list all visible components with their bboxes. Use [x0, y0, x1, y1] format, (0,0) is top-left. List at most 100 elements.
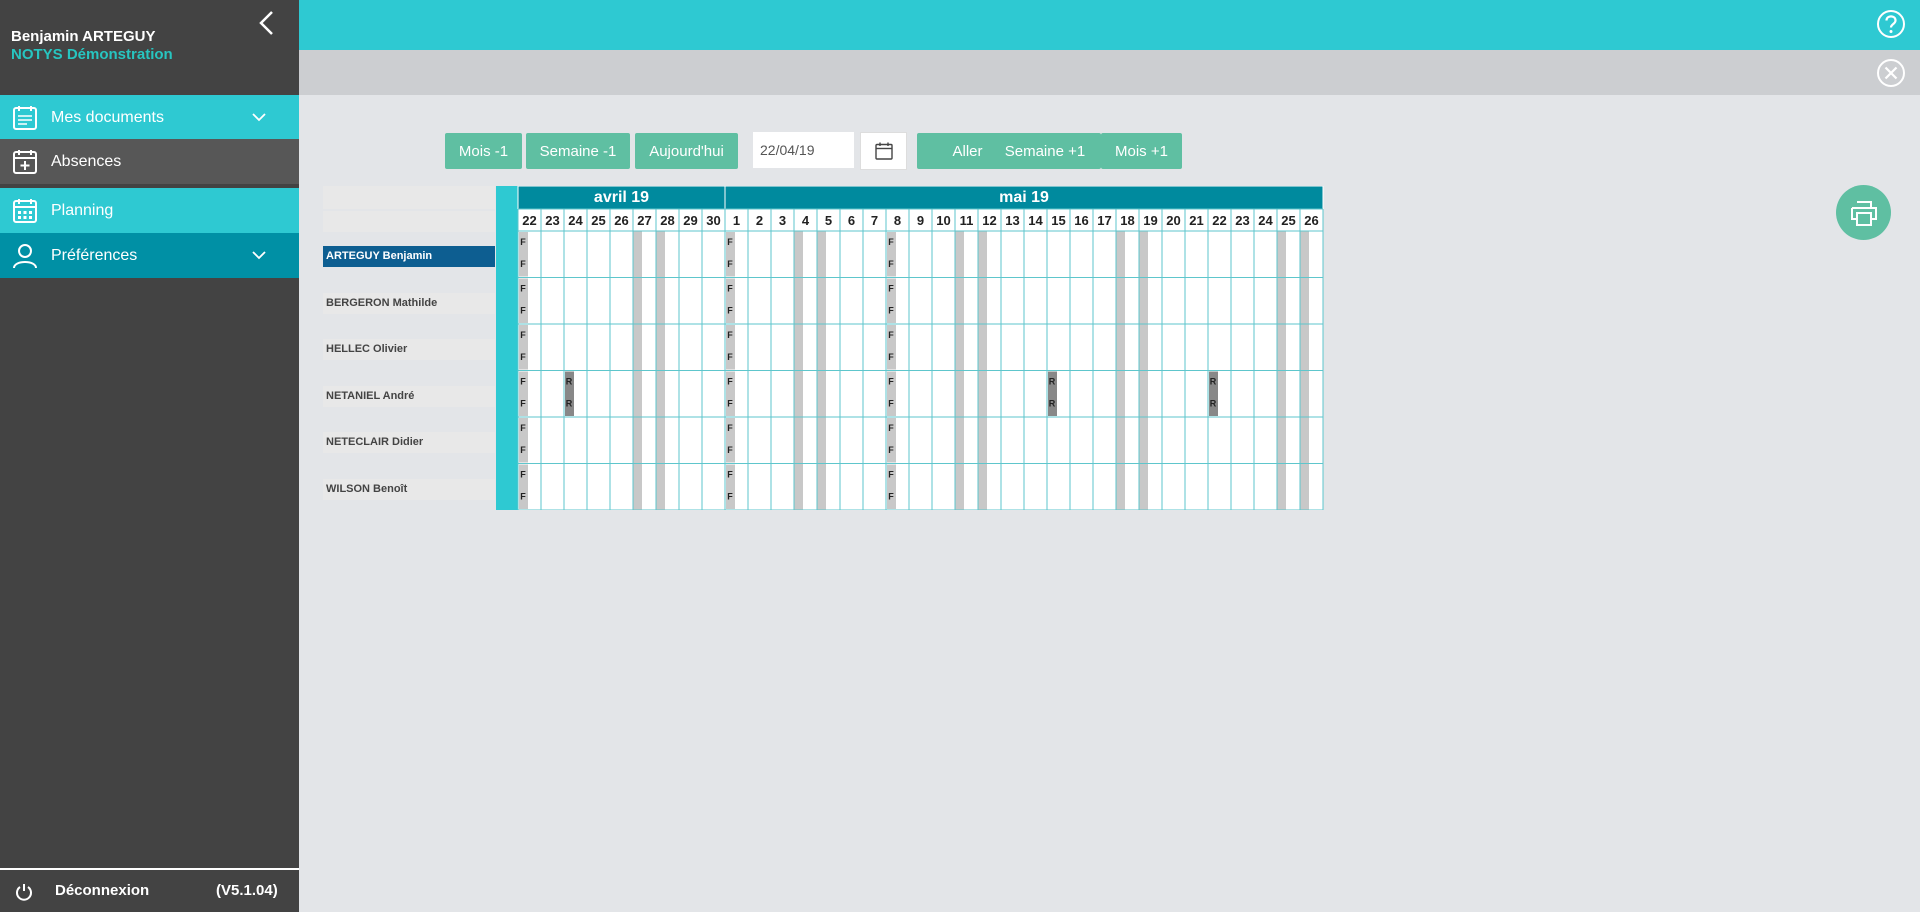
absence-code: F — [520, 306, 526, 316]
header-spacer — [323, 186, 495, 209]
day-label: 28 — [660, 213, 674, 228]
employee-name[interactable]: ARTEGUY Benjamin — [323, 246, 495, 267]
employee-name[interactable]: NETECLAIR Didier — [323, 432, 495, 453]
day-label: 3 — [779, 213, 786, 228]
day-label: 19 — [1143, 213, 1157, 228]
absence-code: R — [1210, 377, 1217, 387]
absence-code: F — [888, 377, 894, 387]
employee-name[interactable]: BERGERON Mathilde — [323, 292, 495, 314]
absence-code: F — [888, 284, 894, 294]
calendar-grid-icon — [13, 199, 37, 223]
day-label: 20 — [1166, 213, 1180, 228]
absence-code: R — [566, 399, 573, 409]
absence-code: R — [1049, 399, 1056, 409]
org-name: NOTYS Démonstration — [11, 46, 173, 63]
absence-code: F — [727, 306, 733, 316]
day-label: 1 — [733, 213, 740, 228]
top-bar — [299, 0, 1920, 50]
calendar-picker-button[interactable] — [860, 132, 907, 170]
day-label: 16 — [1074, 213, 1088, 228]
absence-code: F — [888, 352, 894, 362]
absence-code: F — [727, 330, 733, 340]
day-label: 4 — [802, 213, 810, 228]
day-label: 22 — [1212, 213, 1226, 228]
employee-name[interactable]: NETANIEL André — [323, 385, 495, 407]
day-label: 7 — [871, 213, 878, 228]
day-label: 29 — [683, 213, 697, 228]
absence-code: F — [520, 352, 526, 362]
absence-code: F — [888, 445, 894, 455]
day-label: 21 — [1189, 213, 1203, 228]
day-label: 6 — [848, 213, 855, 228]
user-icon — [13, 244, 37, 269]
week-prev-button[interactable]: Semaine -1 — [526, 133, 630, 169]
month-label: mai 19 — [999, 189, 1049, 206]
absence-code: F — [888, 399, 894, 409]
day-label: 5 — [825, 213, 832, 228]
absence-code: F — [727, 237, 733, 247]
nav-item-absences[interactable]: Absences — [0, 139, 299, 184]
day-label: 13 — [1005, 213, 1019, 228]
calendar-plus-icon — [13, 150, 37, 174]
day-label: 2 — [756, 213, 763, 228]
absence-code: F — [727, 423, 733, 433]
date-input[interactable] — [753, 132, 854, 168]
collapse-sidebar-icon[interactable] — [255, 8, 279, 38]
absence-code: R — [1049, 377, 1056, 387]
absence-code: F — [727, 492, 733, 502]
power-icon[interactable] — [14, 882, 34, 902]
user-name: Benjamin ARTEGUY — [11, 28, 156, 45]
nav-item-planning[interactable]: Planning — [0, 188, 299, 233]
logout-button[interactable]: Déconnexion — [55, 882, 149, 899]
user-block: Benjamin ARTEGUY NOTYS Démonstration — [0, 0, 299, 95]
version-label: (V5.1.04) — [216, 882, 278, 899]
day-label: 30 — [706, 213, 720, 228]
day-label: 18 — [1120, 213, 1134, 228]
absence-code: F — [727, 470, 733, 480]
day-label: 9 — [917, 213, 924, 228]
absence-code: F — [520, 399, 526, 409]
sidebar: Benjamin ARTEGUY NOTYS Démonstration Mes… — [0, 0, 299, 912]
absence-code: F — [888, 237, 894, 247]
absence-code: F — [727, 377, 733, 387]
print-icon — [1851, 201, 1877, 226]
header-spacer — [323, 211, 495, 232]
absence-code: F — [888, 306, 894, 316]
month-prev-button[interactable]: Mois -1 — [445, 133, 522, 169]
day-label: 22 — [522, 213, 536, 228]
day-label: 14 — [1028, 213, 1043, 228]
footer-bar: Déconnexion (V5.1.04) — [0, 868, 299, 912]
help-icon[interactable] — [1875, 8, 1907, 40]
nav-item-mes-documents[interactable]: Mes documents — [0, 95, 299, 140]
absence-code: F — [727, 259, 733, 269]
employee-name[interactable]: HELLEC Olivier — [323, 339, 495, 360]
calendar-icon — [875, 142, 893, 160]
absence-code: F — [727, 352, 733, 362]
absence-code: F — [520, 259, 526, 269]
day-label: 26 — [614, 213, 628, 228]
grid-separator — [496, 186, 518, 510]
employee-name[interactable]: WILSON Benoît — [323, 478, 495, 500]
absence-code: F — [727, 399, 733, 409]
absence-code: F — [520, 445, 526, 455]
day-label: 12 — [982, 213, 996, 228]
absence-code: F — [727, 284, 733, 294]
sub-bar — [299, 50, 1920, 95]
absence-code: R — [1210, 399, 1217, 409]
print-button[interactable] — [1836, 185, 1891, 240]
nav-item-preferences[interactable]: Préférences — [0, 233, 299, 278]
month-label: avril 19 — [594, 189, 649, 206]
month-next-button[interactable]: Mois +1 — [1101, 133, 1182, 169]
absence-code: F — [520, 423, 526, 433]
day-label: 23 — [545, 213, 559, 228]
planning-grid: avril 19 mai 19 22 23 24 25 26 27 28 29 30 1 2 3 4 5 6 7 8… — [322, 186, 1324, 510]
absence-code: F — [520, 237, 526, 247]
chevron-down-icon — [252, 113, 266, 122]
day-label: 25 — [591, 213, 605, 228]
close-icon[interactable] — [1875, 57, 1907, 89]
today-button[interactable]: Aujourd'hui — [635, 133, 738, 169]
day-label: 8 — [894, 213, 901, 228]
nav-label-preferences: Préférences — [51, 246, 138, 264]
week-next-button[interactable]: Semaine +1 — [989, 133, 1101, 169]
day-label: 23 — [1235, 213, 1249, 228]
